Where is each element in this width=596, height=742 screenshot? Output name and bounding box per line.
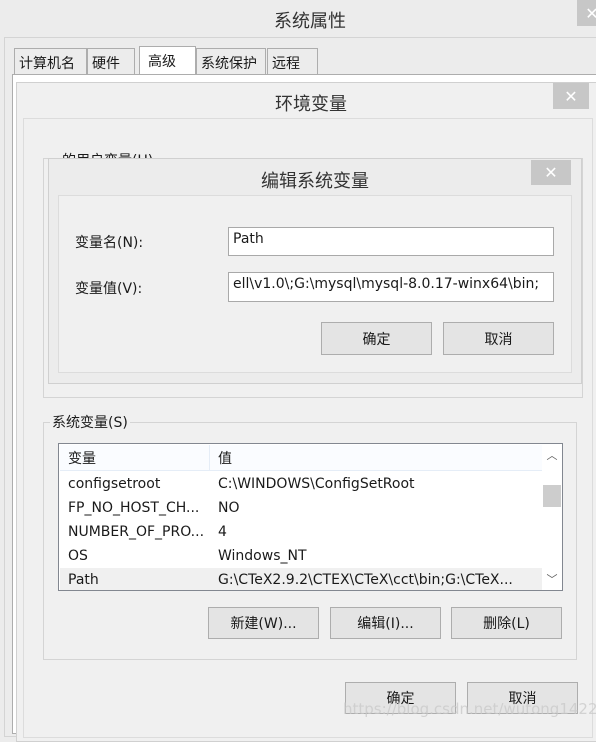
tab-advanced[interactable]: 高级 [139, 46, 196, 75]
tab-computer-name[interactable]: 计算机名 [14, 48, 87, 74]
scrollbar-thumb[interactable] [543, 485, 561, 507]
close-icon[interactable]: ✕ [553, 83, 589, 109]
system-vars-list[interactable]: 变量 值 configsetroot C:\WINDOWS\ConfigSetRo… [58, 443, 563, 591]
scrollbar[interactable]: ︿ ﹀ [542, 445, 562, 590]
variable-value-label: 变量值(V): [75, 281, 143, 297]
scroll-down-icon[interactable]: ﹀ [542, 571, 562, 587]
var-value: C:\WINDOWS\ConfigSetRoot [218, 476, 415, 492]
var-value: Windows_NT [218, 548, 307, 564]
edit-dialog-title: 编辑系统变量 [261, 171, 369, 192]
close-icon[interactable]: ✕ [531, 160, 571, 185]
tab-remote[interactable]: 远程 [267, 48, 318, 74]
delete-button[interactable]: 删除(L) [451, 607, 562, 639]
edit-cancel-button[interactable]: 取消 [443, 322, 554, 355]
var-name: configsetroot [68, 476, 161, 492]
watermark: https://blog.csdn.net/wutong14220 [343, 700, 596, 718]
variable-name-label: 变量名(N): [75, 235, 144, 251]
system-vars-label: 系统变量(S) [50, 412, 130, 432]
edit-button[interactable]: 编辑(I)... [330, 607, 441, 639]
var-name: Path [68, 572, 99, 588]
column-header-variable[interactable]: 变量 [60, 445, 210, 470]
var-name: FP_NO_HOST_CH... [68, 500, 200, 516]
var-name: OS [68, 548, 88, 564]
scroll-up-icon[interactable]: ︿ [542, 447, 562, 463]
var-name: NUMBER_OF_PRO... [68, 524, 205, 540]
variable-name-input[interactable]: Path [228, 227, 554, 256]
var-value: G:\CTeX2.9.2\CTEX\CTeX\cct\bin;G:\CTeX..… [218, 572, 513, 588]
system-properties-title: 系统属性 [274, 11, 346, 32]
environment-variables-title: 环境变量 [275, 94, 347, 115]
variable-value-input[interactable]: ell\v1.0\;G:\mysql\mysql-8.0.17-winx64\b… [228, 272, 554, 302]
var-value: NO [218, 500, 240, 516]
tab-system-protection[interactable]: 系统保护 [196, 48, 266, 74]
table-row[interactable]: NUMBER_OF_PRO... 4 [60, 520, 542, 544]
var-value: 4 [218, 524, 227, 540]
list-header: 变量 值 [60, 445, 542, 471]
table-row[interactable]: OS Windows_NT [60, 544, 542, 568]
edit-ok-button[interactable]: 确定 [321, 322, 432, 355]
new-button[interactable]: 新建(W)... [208, 607, 319, 639]
table-row-selected[interactable]: Path G:\CTeX2.9.2\CTEX\CTeX\cct\bin;G:\CT… [60, 568, 542, 590]
close-icon[interactable]: ✕ [577, 0, 596, 26]
table-row[interactable]: configsetroot C:\WINDOWS\ConfigSetRoot [60, 472, 542, 496]
column-header-value[interactable]: 值 [210, 448, 232, 468]
variable-value-text: ell\v1.0\;G:\mysql\mysql-8.0.17-winx64\b… [233, 276, 540, 292]
tab-hardware[interactable]: 硬件 [87, 48, 135, 74]
table-row[interactable]: FP_NO_HOST_CH... NO [60, 496, 542, 520]
